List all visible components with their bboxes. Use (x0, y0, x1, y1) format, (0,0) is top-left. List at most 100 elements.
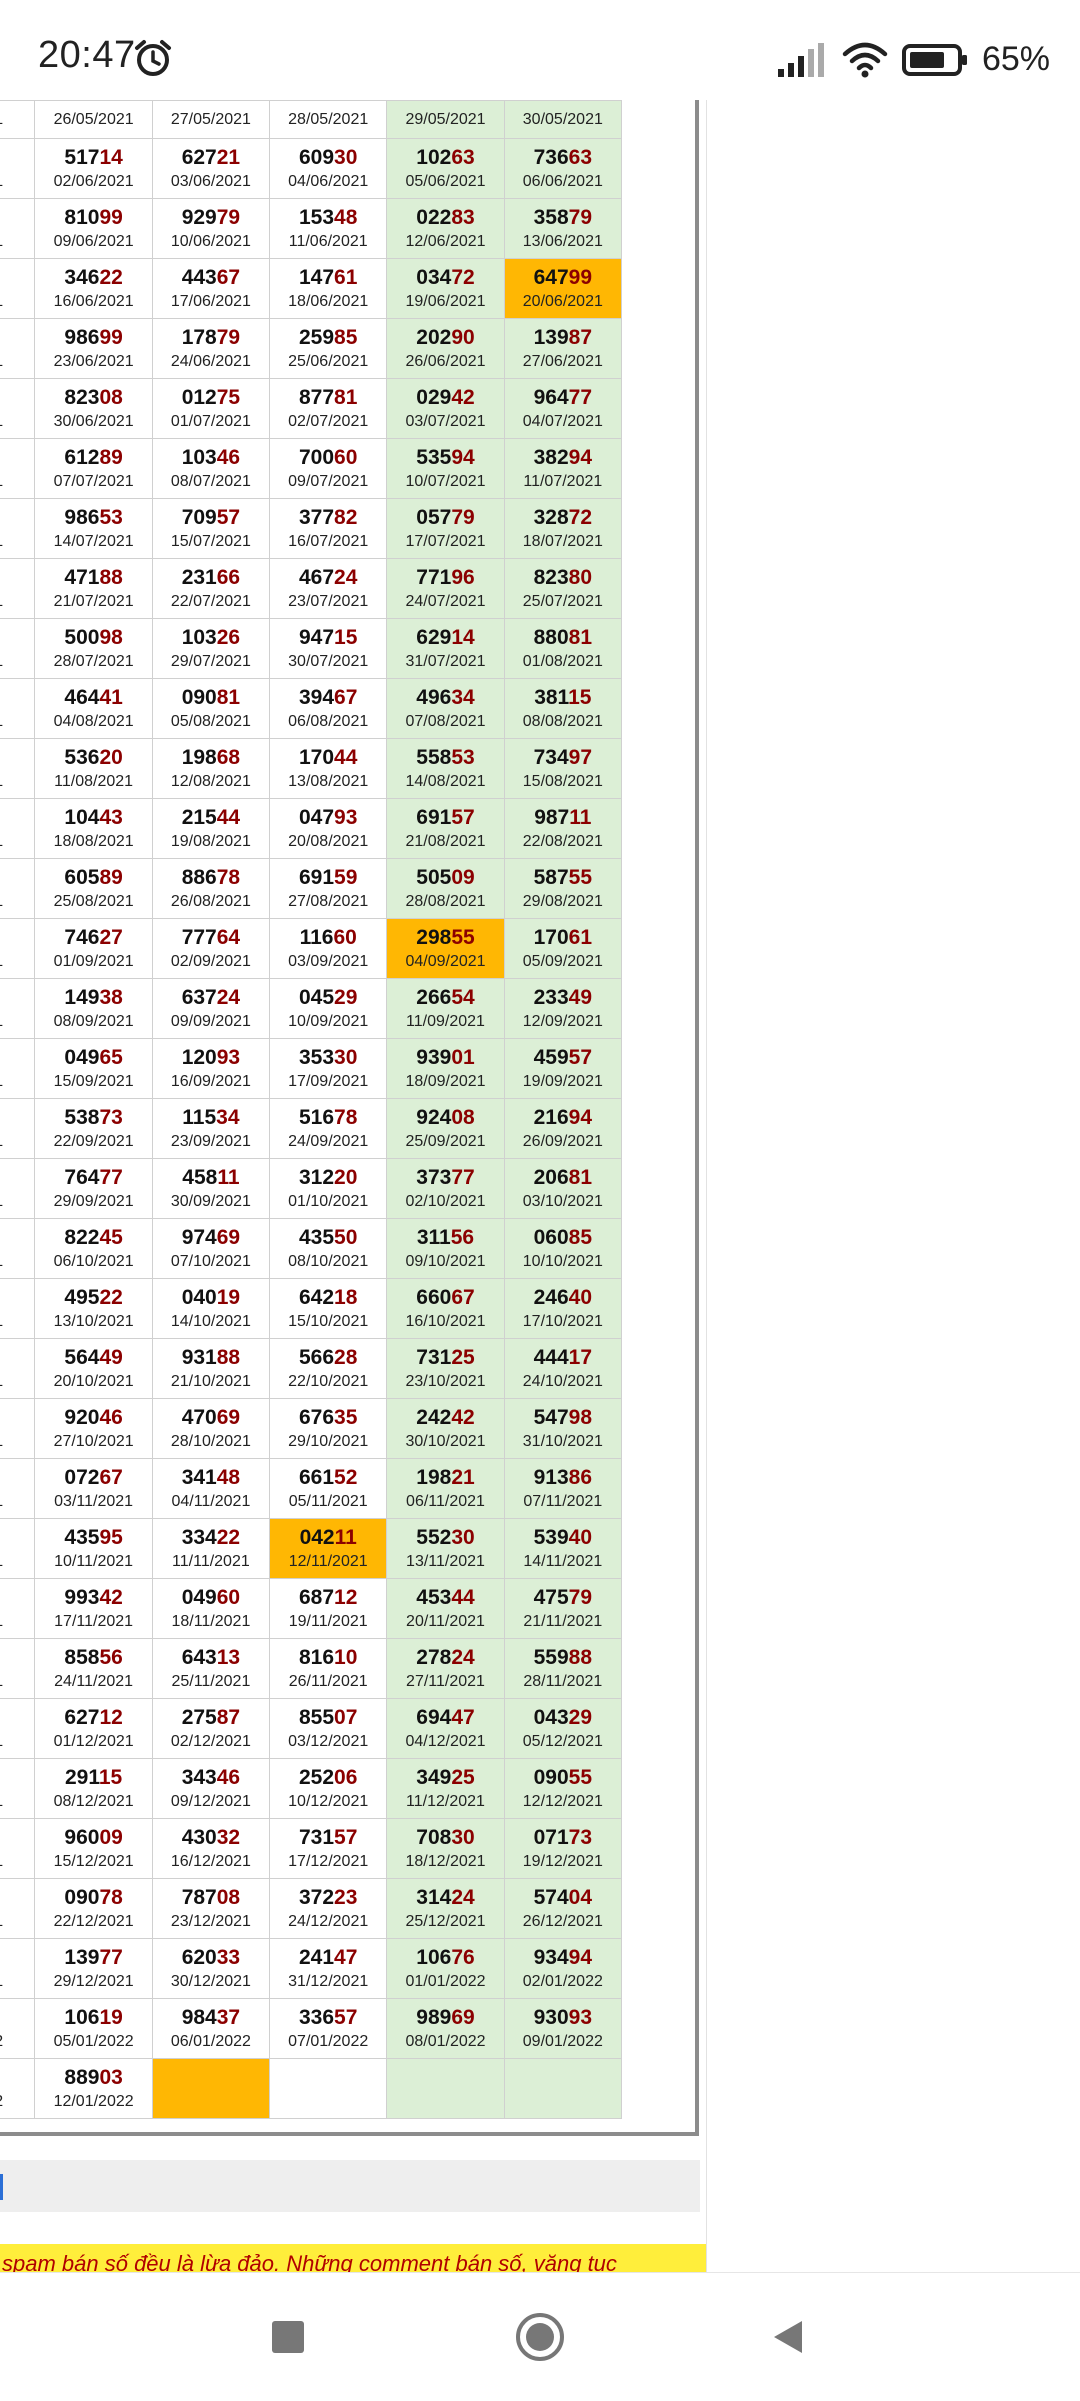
result-number-tail: 99 (568, 265, 593, 289)
result-number-tail: 60 (334, 445, 358, 469)
result-number: 27824 (387, 1645, 503, 1671)
result-date: 19/11/2021 (288, 1612, 368, 1630)
result-number-head: 381 (534, 685, 569, 709)
page-gutter-line (706, 100, 707, 2280)
result-cell: 5101/2021 (0, 1458, 36, 1519)
result-cell: 06085 10/10/2021 (503, 1218, 623, 1279)
result-cell: 53594 10/07/2021 (386, 438, 505, 499)
result-number-head: 564 (64, 1345, 100, 1369)
result-date: 25/08/2021 (53, 892, 134, 910)
result-date: 25/07/2021 (522, 592, 603, 610)
result-number: 159 (0, 1045, 34, 1071)
result-cell: 29855 04/09/2021 (386, 918, 505, 979)
result-cell: 09078 22/12/2021 (34, 1878, 153, 1939)
result-cell: 10263 05/06/2021 (386, 138, 505, 199)
result-cell: 61289 07/07/2021 (34, 438, 153, 499)
result-cell: 04960 18/11/2021 (151, 1578, 271, 1639)
result-number: 04965 (35, 1045, 151, 1071)
result-date: 2/2021 (0, 1851, 34, 1873)
result-cell: 74627 01/09/2021 (34, 918, 153, 979)
table-row: 7915/20218230830/06/20210127501/07/20218… (0, 378, 623, 439)
result-number-head: 049 (64, 1045, 100, 1069)
result-number: 98437 (153, 2005, 269, 2031)
result-number-tail: 99 (99, 205, 123, 229)
result-number: 24147 (270, 1945, 386, 1971)
result-date: 3/2021 (0, 711, 34, 733)
result-number-head: 643 (181, 1645, 217, 1669)
result-number: 04793 (270, 805, 386, 831)
result-cell: 2665/2021 (0, 198, 36, 259)
result-number: 05779 (387, 505, 503, 531)
result-date: 7/2021 (0, 651, 34, 673)
result-number-tail: 20 (334, 1165, 358, 1189)
result-cell: 20681 03/10/2021 (503, 1158, 623, 1219)
result-number: 82380 (505, 565, 621, 591)
result-number-tail: 55 (451, 925, 475, 949)
result-number: 53873 (35, 1105, 151, 1131)
result-number-tail: 81 (334, 385, 358, 409)
result-number-tail: 94 (568, 1945, 593, 1969)
result-number-tail: 15 (334, 625, 358, 649)
result-number: 87781 (270, 385, 386, 411)
recents-square-icon[interactable] (268, 2317, 308, 2357)
table-row: 0367/20214718821/07/20212316622/07/20214… (0, 558, 623, 619)
result-number-tail: 94 (568, 445, 593, 469)
result-cell: 07173 19/12/2021 (503, 1818, 623, 1879)
result-date: 30/07/2021 (288, 652, 369, 670)
table-row: 7002/20219600915/12/20214303216/12/20217… (0, 1818, 623, 1879)
table-row: 8470/20215644920/10/20219318821/10/20215… (0, 1338, 623, 1399)
result-date: 02/10/2021 (405, 1192, 486, 1210)
result-number: 31220 (270, 1165, 386, 1191)
result-cell: 73157 17/12/2021 (269, 1818, 388, 1879)
result-number-head: 233 (533, 985, 569, 1009)
result-number: 55988 (505, 1645, 621, 1671)
result-number-head: 552 (416, 1525, 452, 1549)
result-number-head: 116 (299, 925, 334, 949)
result-date: 17/09/2021 (288, 1072, 369, 1090)
result-cell (151, 2058, 271, 2119)
result-number-head: 574 (533, 1885, 569, 1909)
result-date: 1/2021 (0, 1611, 34, 1633)
result-number-tail: 56 (450, 1225, 475, 1249)
result-number-tail: 17 (568, 1345, 593, 1369)
result-date: 9/2021 (0, 1131, 34, 1153)
result-cell: 21694 26/09/2021 (503, 1098, 623, 1159)
result-number-tail: 01 (451, 1045, 475, 1069)
result-number-head: 660 (416, 1285, 452, 1309)
result-number: 700 (0, 1825, 34, 1851)
result-number-head: 259 (298, 325, 335, 349)
result-date: 5/2021 (0, 411, 34, 433)
result-cell: 37377 02/10/2021 (386, 1158, 505, 1219)
result-number-head: 373 (416, 1165, 452, 1189)
result-number-tail: 19 (99, 2005, 123, 2029)
result-date: 14/07/2021 (53, 532, 134, 550)
result-number-tail: 82 (334, 505, 358, 529)
result-number-tail: 55 (568, 1765, 593, 1789)
result-number-head: 198 (181, 745, 217, 769)
result-number-head: 947 (298, 625, 335, 649)
result-cell: 03472 19/06/2021 (386, 258, 505, 319)
result-cell: 24640 17/10/2021 (503, 1278, 623, 1339)
results-table-container[interactable]: 5/2021 26/05/2021 27/05/2021 28/05/2021 29/0… (0, 100, 700, 2134)
home-circle-icon[interactable] (514, 2311, 566, 2363)
result-date: 23/06/2021 (53, 352, 134, 370)
result-cell: 62721 03/06/2021 (151, 138, 271, 199)
comment-input-bar[interactable] (0, 2160, 700, 2212)
result-number: 46724 (270, 565, 386, 591)
result-number-tail: 79 (216, 205, 241, 229)
result-cell: 28/05/2021 (269, 100, 388, 139)
result-cell: 64799 20/06/2021 (503, 258, 623, 319)
result-number-tail: 18 (334, 1285, 358, 1309)
result-number: 10326 (153, 625, 269, 651)
result-number: 92979 (153, 205, 269, 231)
result-number: 43032 (153, 1825, 269, 1851)
result-cell: 98437 06/01/2022 (151, 1998, 271, 2059)
result-number-head: 341 (181, 1465, 217, 1489)
result-cell: 93093 09/01/2022 (503, 1998, 623, 2059)
back-triangle-icon[interactable] (768, 2317, 808, 2357)
result-number-tail: 38 (99, 985, 123, 1009)
result-date: 07/08/2021 (405, 712, 486, 730)
result-date: 21/10/2021 (170, 1372, 251, 1390)
result-number-tail: 60 (216, 1585, 241, 1609)
result-number: 11534 (153, 1105, 269, 1131)
